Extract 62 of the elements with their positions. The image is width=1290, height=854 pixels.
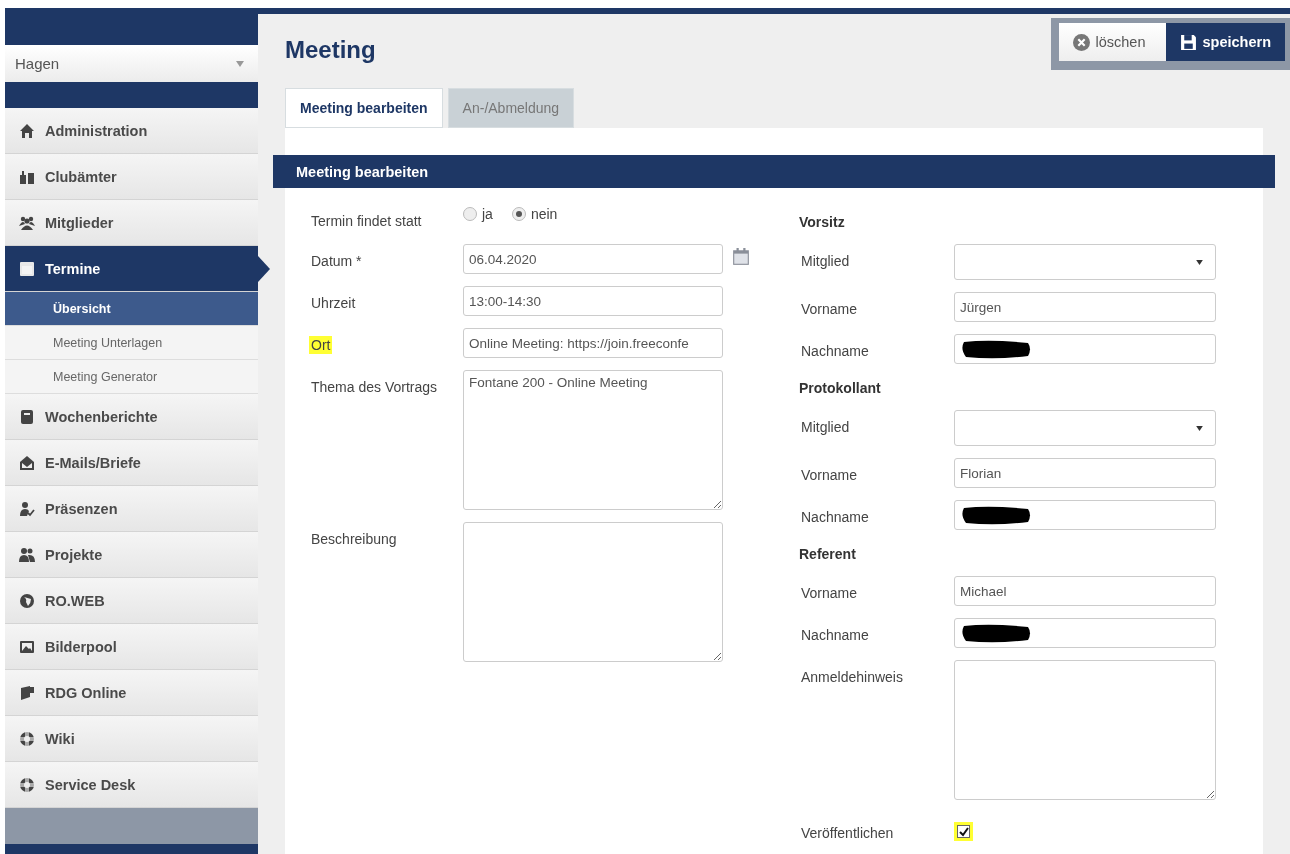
envelope-icon — [19, 454, 35, 471]
date-field[interactable]: 06.04.2020 — [463, 244, 723, 274]
house-icon — [19, 122, 35, 139]
club-select[interactable]: Hagen — [5, 45, 258, 82]
field-label: Beschreibung — [310, 530, 398, 548]
text-field[interactable]: Online Meeting: https://join.freeconfe — [463, 328, 723, 358]
select-field[interactable] — [954, 410, 1216, 446]
field-label: Vorname — [800, 466, 859, 484]
redaction-mark — [960, 505, 1032, 525]
field-label: Uhrzeit — [310, 294, 357, 312]
notebook-icon — [19, 408, 35, 425]
text-field[interactable]: 13:00-14:30 — [463, 286, 723, 316]
page-title: Meeting — [285, 36, 376, 64]
field-label: Mitglied — [800, 418, 851, 436]
save-button[interactable]: speichern — [1165, 23, 1285, 61]
text-field[interactable] — [954, 500, 1216, 530]
field-label: Datum * — [310, 252, 363, 270]
field-label: Vorname — [800, 300, 859, 318]
close-icon — [1072, 33, 1090, 51]
building-icon — [19, 168, 35, 185]
radio-label: ja — [482, 206, 493, 222]
text-field[interactable]: Michael — [954, 576, 1216, 606]
radio-button[interactable] — [511, 207, 526, 221]
radio-label: nein — [530, 206, 558, 222]
radio-button[interactable] — [463, 207, 477, 221]
flag-icon — [19, 684, 35, 701]
text-field[interactable]: Jürgen — [954, 292, 1216, 322]
lifebuoy-icon — [19, 776, 35, 793]
field-label: Nachname — [800, 342, 870, 360]
field-label: Vorname — [800, 584, 859, 602]
field-label: Thema des Vortrags — [310, 378, 439, 396]
group-heading: Referent — [799, 546, 857, 562]
people-icon — [19, 546, 35, 563]
globe-icon — [19, 592, 35, 609]
group-heading: Vorsitz — [799, 214, 846, 230]
delete-button[interactable]: löschen — [1058, 23, 1166, 61]
text-field[interactable] — [954, 618, 1216, 648]
caret-icon — [1196, 259, 1203, 265]
redaction-mark — [960, 623, 1032, 643]
lifebuoy-icon — [19, 730, 35, 747]
image-icon — [19, 638, 35, 655]
caret-icon — [1196, 425, 1203, 431]
field-label: Nachname — [800, 508, 870, 526]
field-label: Termin findet statt — [310, 212, 423, 230]
people-icon — [19, 214, 35, 231]
field-label: Anmeldehinweis — [800, 668, 904, 686]
sidebar-subitem[interactable]: Übersicht — [5, 292, 258, 326]
checkbox[interactable] — [957, 825, 970, 838]
text-field[interactable]: Florian — [954, 458, 1216, 488]
select-field[interactable] — [954, 244, 1216, 280]
text-field[interactable] — [954, 334, 1216, 364]
field-label: Ort — [309, 336, 333, 354]
section-title: Meeting bearbeiten — [296, 163, 429, 180]
field-label: Nachname — [800, 626, 870, 644]
field-label: Mitglied — [800, 252, 851, 270]
redaction-mark — [960, 339, 1032, 359]
field-label: Veröffentlichen — [800, 824, 895, 842]
text-area[interactable]: Fontane 200 - Online Meeting — [463, 370, 723, 510]
person-check-icon — [19, 500, 35, 517]
caret-icon — [236, 60, 244, 67]
group-heading: Protokollant — [799, 380, 882, 396]
tab[interactable]: Meeting bearbeiten — [285, 88, 443, 128]
